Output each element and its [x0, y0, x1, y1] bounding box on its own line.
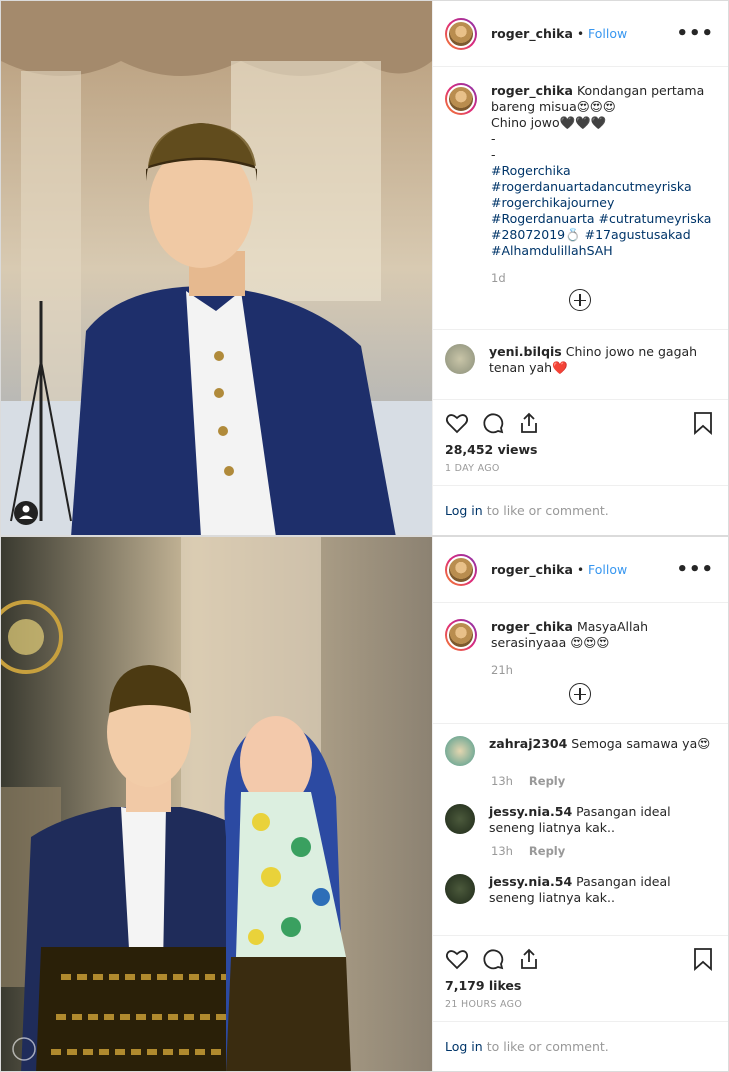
- post-video[interactable]: [1, 1, 432, 535]
- commenter-avatar[interactable]: [445, 736, 475, 766]
- login-prompt: Log in to like or comment.: [433, 485, 728, 535]
- reply-button[interactable]: Reply: [529, 844, 565, 858]
- post-timestamp: 1 DAY AGO: [445, 463, 500, 474]
- commenter-username[interactable]: jessy.nia.54: [489, 874, 572, 889]
- author-username[interactable]: roger_chika: [491, 26, 573, 41]
- comments-list: roger_chika Kondangan pertama bareng misu…: [433, 67, 728, 399]
- separator-dot: •: [576, 26, 585, 41]
- caption-time: 21h: [491, 663, 714, 677]
- comment-meta: 13h Reply: [491, 774, 714, 788]
- commenter-username[interactable]: jessy.nia.54: [489, 804, 572, 819]
- commenter-avatar[interactable]: [445, 344, 475, 374]
- comment-text: yeni.bilqis Chino jowo ne gagah tenan yah…: [489, 344, 714, 376]
- commenter-username[interactable]: yeni.bilqis: [489, 344, 562, 359]
- follow-button[interactable]: Follow: [588, 562, 627, 577]
- heart-icon[interactable]: [445, 947, 469, 971]
- login-link[interactable]: Log in: [445, 1039, 483, 1054]
- hashtag-link[interactable]: #rogerchikajourney: [491, 195, 714, 211]
- comment-item: zahraj2304 Semoga samawa ya😍: [445, 736, 714, 766]
- login-rest: to like or comment.: [486, 503, 609, 518]
- post-2: roger_chika • Follow ••• roger_chika Masy…: [0, 536, 729, 1072]
- author-avatar[interactable]: [445, 17, 477, 50]
- comment-item: yeni.bilqis Chino jowo ne gagah tenan yah…: [445, 344, 714, 376]
- hashtag-link[interactable]: #Rogerdanuarta #cutratumeyriska: [491, 211, 714, 227]
- caption-line: -: [491, 131, 496, 146]
- login-rest: to like or comment.: [486, 1039, 609, 1054]
- follow-button[interactable]: Follow: [588, 26, 627, 41]
- caption-text: roger_chika MasyaAllah serasinyaaa 😍😍😍: [491, 619, 714, 651]
- post-header: roger_chika • Follow •••: [433, 1, 728, 67]
- caption-avatar[interactable]: [445, 83, 477, 115]
- comment-text: jessy.nia.54 Pasangan ideal seneng liatny…: [489, 874, 714, 906]
- more-icon[interactable]: •••: [676, 23, 714, 44]
- caption-username[interactable]: roger_chika: [491, 619, 573, 634]
- bookmark-icon[interactable]: [692, 411, 714, 435]
- caption-time: 1d: [491, 271, 714, 285]
- action-bar: 7,179 likes 21 HOURS AGO: [433, 935, 728, 1021]
- comment-text: jessy.nia.54 Pasangan ideal seneng liatny…: [489, 804, 714, 836]
- heart-icon[interactable]: [445, 411, 469, 435]
- reply-button[interactable]: Reply: [529, 774, 565, 788]
- hashtag-link[interactable]: #Rogerchika: [491, 163, 714, 179]
- video-frame: [1, 1, 432, 535]
- view-count: 28,452 views: [445, 442, 538, 457]
- share-icon[interactable]: [517, 947, 541, 971]
- photo-frame: [1, 537, 432, 1071]
- login-link[interactable]: Log in: [445, 503, 483, 518]
- caption-text: roger_chika Kondangan pertama bareng misu…: [491, 83, 714, 259]
- comment-item: jessy.nia.54 Pasangan ideal seneng liatny…: [445, 874, 714, 906]
- comment-icon[interactable]: [481, 411, 505, 435]
- author-avatar[interactable]: [445, 553, 477, 586]
- login-prompt: Log in to like or comment.: [433, 1021, 728, 1071]
- caption-time-text: 1d: [491, 271, 506, 285]
- caption-username[interactable]: roger_chika: [491, 83, 573, 98]
- post-image[interactable]: [1, 537, 432, 1071]
- hashtag-link[interactable]: #AlhamdulillahSAH: [491, 243, 714, 259]
- separator-dot: •: [576, 562, 585, 577]
- more-icon[interactable]: •••: [676, 559, 714, 580]
- add-comment-icon[interactable]: [568, 683, 591, 705]
- caption: roger_chika Kondangan pertama bareng misu…: [445, 83, 714, 259]
- action-bar: 28,452 views 1 DAY AGO: [433, 399, 728, 485]
- post-header: roger_chika • Follow •••: [433, 537, 728, 603]
- comments-list: roger_chika MasyaAllah serasinyaaa 😍😍😍 21…: [433, 603, 728, 935]
- comment-meta: 13h Reply: [491, 844, 714, 858]
- caption: roger_chika MasyaAllah serasinyaaa 😍😍😍: [445, 619, 714, 651]
- commenter-avatar[interactable]: [445, 874, 475, 904]
- author-username[interactable]: roger_chika: [491, 562, 573, 577]
- comment-icon[interactable]: [481, 947, 505, 971]
- comment-body: Semoga samawa ya😍: [571, 736, 711, 751]
- comment-time: 13h: [491, 774, 513, 788]
- add-comment-icon[interactable]: [568, 289, 591, 311]
- caption-line: Chino jowo🖤🖤🖤: [491, 115, 607, 130]
- hashtag-link[interactable]: #28072019💍 #17agustusakad: [491, 227, 714, 243]
- share-icon[interactable]: [517, 411, 541, 435]
- post-timestamp: 21 HOURS AGO: [445, 999, 523, 1010]
- post-sidebar: roger_chika • Follow ••• roger_chika Kond…: [432, 1, 728, 535]
- commenter-username[interactable]: zahraj2304: [489, 736, 567, 751]
- comment-item: jessy.nia.54 Pasangan ideal seneng liatny…: [445, 804, 714, 836]
- post-sidebar: roger_chika • Follow ••• roger_chika Masy…: [432, 537, 728, 1071]
- caption-avatar[interactable]: [445, 619, 477, 651]
- comment-time: 13h: [491, 844, 513, 858]
- caption-line: -: [491, 147, 496, 162]
- caption-time-text: 21h: [491, 663, 513, 677]
- comment-text: zahraj2304 Semoga samawa ya😍: [489, 736, 710, 752]
- like-count: 7,179 likes: [445, 978, 522, 993]
- post-1: roger_chika • Follow ••• roger_chika Kond…: [0, 0, 729, 536]
- commenter-avatar[interactable]: [445, 804, 475, 834]
- bookmark-icon[interactable]: [692, 947, 714, 971]
- hashtag-link[interactable]: #rogerdanuartadancutmeyriska: [491, 179, 714, 195]
